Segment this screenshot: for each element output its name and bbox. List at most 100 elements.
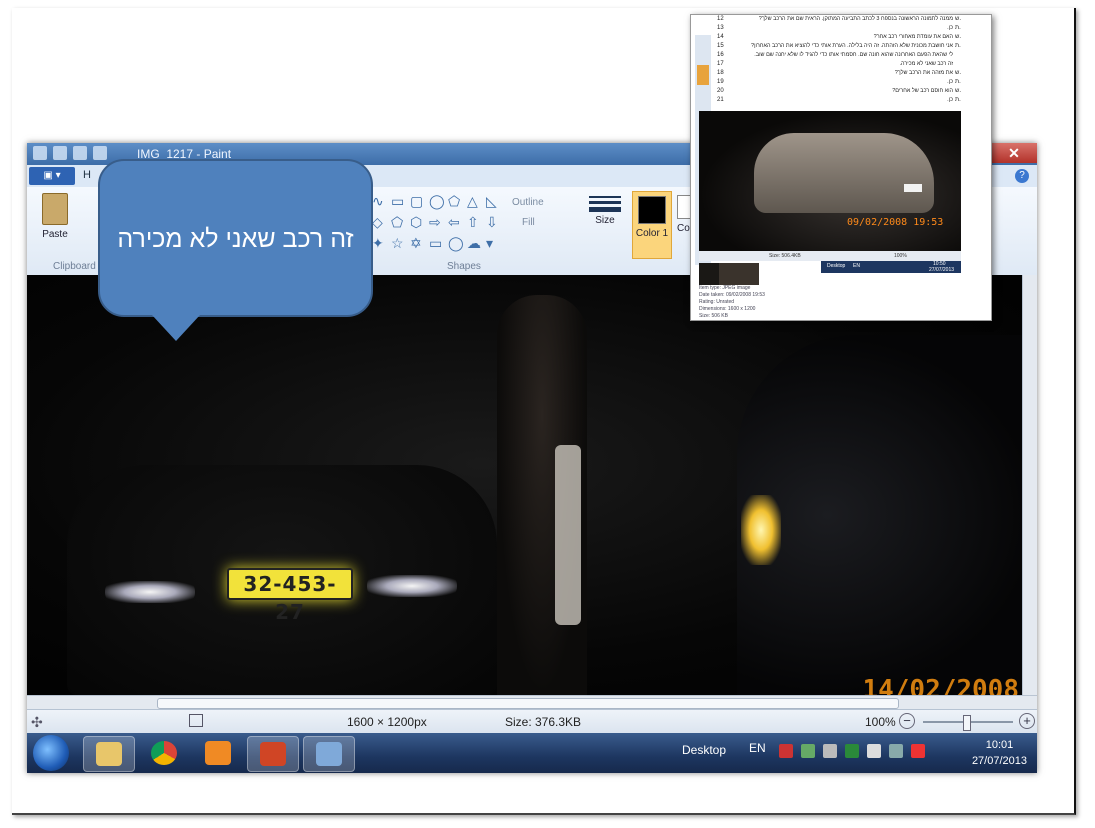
transcript-lines: 12 ממנה לתמונה הראשונה בנספח 3 לכתב התביע… <box>691 15 971 111</box>
color1-button[interactable]: Color 1 <box>632 191 672 259</box>
star6-shape-icon[interactable]: ✡ <box>410 235 426 253</box>
transcript-line: 15 אני חושבת מכונית שלא הזהתה. זה היה בלי… <box>717 43 961 49</box>
undo-icon[interactable] <box>73 146 87 160</box>
polygon-shape-icon[interactable]: ⬠ <box>448 193 464 211</box>
tray-flag-icon[interactable] <box>911 744 925 758</box>
paint-icon <box>316 742 342 766</box>
windows-taskbar: Desktop EN 10:01 27/07/2013 <box>27 733 1037 773</box>
inset-prop-date: Date taken: 09/02/2008 19:53 <box>699 292 765 298</box>
star4-shape-icon[interactable]: ✦ <box>372 235 388 253</box>
arrow-left-shape-icon[interactable]: ⇦ <box>448 214 464 232</box>
size-button[interactable]: Size <box>587 193 623 226</box>
transcript-line: 14 האם את עומדת מאחורי רכב אחר? ש. <box>717 34 962 40</box>
photo-date-stamp: 14/02/2008 <box>862 675 1019 695</box>
taskbar-clock[interactable]: 10:01 27/07/2013 <box>972 737 1027 769</box>
diamond-shape-icon[interactable]: ◇ <box>372 214 388 232</box>
save-icon[interactable] <box>53 146 67 160</box>
hexagon-shape-icon[interactable]: ⬡ <box>410 214 426 232</box>
tray-signal-icon[interactable] <box>889 744 903 758</box>
rect-shape-icon[interactable]: ▭ <box>391 193 407 211</box>
tab-home[interactable]: H <box>83 169 91 181</box>
triangle-shape-icon[interactable]: △ <box>467 193 483 211</box>
callout-tail <box>152 315 200 341</box>
headlight-right <box>367 575 457 597</box>
inset-desktop-label: Desktop <box>827 263 846 269</box>
arrow-down-shape-icon[interactable]: ⇩ <box>486 214 502 232</box>
pentagon-shape-icon[interactable]: ⬠ <box>391 214 407 232</box>
file-menu-button[interactable]: ▣ ▾ <box>29 167 75 185</box>
inset-language-indicator: EN <box>853 263 860 269</box>
tray-volume-icon[interactable] <box>867 744 881 758</box>
redo-icon[interactable] <box>93 146 107 160</box>
color1-swatch <box>638 196 666 224</box>
clock-time: 10:01 <box>985 739 1014 751</box>
callout-cloud-shape-icon[interactable]: ☁ <box>467 235 483 253</box>
callout-oval-shape-icon[interactable]: ◯ <box>448 235 464 253</box>
zoom-slider[interactable] <box>923 715 1013 731</box>
cursor-position-icon: ✣ <box>31 714 43 730</box>
vertical-scrollbar[interactable] <box>1022 275 1037 695</box>
photo-held-cloth <box>555 445 581 625</box>
taskbar-paint[interactable] <box>303 736 355 772</box>
zoom-level: 100% <box>865 715 896 729</box>
tray-network-icon[interactable] <box>801 744 815 758</box>
horizontal-scroll-thumb[interactable] <box>157 698 899 709</box>
tray-security-icon[interactable] <box>779 744 793 758</box>
oval-shape-icon[interactable]: ◯ <box>429 193 445 211</box>
taskbar-chrome[interactable] <box>139 736 189 770</box>
shapes-gallery[interactable]: ∿ ▭ ▢ ◯ ⬠ △ ◺ ◇ ⬠ ⬡ ⇨ ⇦ ⇧ ⇩ ✦ ☆ ✡ ▭ ◯ ☁ … <box>372 193 498 253</box>
headlight-left <box>105 581 195 603</box>
inset-status-bar: Size: 506.4KB 100% <box>699 251 961 261</box>
right-triangle-shape-icon[interactable]: ◺ <box>486 193 502 211</box>
help-icon[interactable]: ? <box>1015 169 1029 183</box>
language-indicator[interactable]: EN <box>749 741 766 755</box>
taskbar-explorer[interactable] <box>83 736 135 772</box>
photo-light <box>741 495 781 565</box>
chrome-icon <box>151 741 177 765</box>
inset-prop-rating: Rating: Unrated <box>699 299 735 305</box>
transcript-line: 12 ממנה לתמונה הראשונה בנספח 3 לכתב התביע… <box>717 16 962 22</box>
inset-taskbar: Desktop EN 10:50 27/07/2013 <box>821 261 961 273</box>
outline-button[interactable]: Outline <box>512 197 544 208</box>
zoom-out-button[interactable]: − <box>899 713 915 729</box>
arrow-right-shape-icon[interactable]: ⇨ <box>429 214 445 232</box>
taskbar-media-player[interactable] <box>193 736 243 770</box>
tray-device-icon[interactable] <box>823 744 837 758</box>
inset-prop-size: Size: 506 KB <box>699 313 728 319</box>
app-menu-icon[interactable] <box>33 146 47 160</box>
license-plate: 32-453-27 <box>227 568 353 624</box>
desktop-toolbar-label[interactable]: Desktop <box>682 743 726 757</box>
inset-file-size: Size: 506.4KB <box>769 253 801 259</box>
photo-car-right <box>737 335 1037 695</box>
taskbar-powerpoint[interactable] <box>247 736 299 772</box>
star5-shape-icon[interactable]: ☆ <box>391 235 407 253</box>
curve-shape-icon[interactable]: ∿ <box>372 193 388 211</box>
system-tray <box>779 744 925 758</box>
transcript-line: 16 לי שהאת הפעם האחרונה שהוא חונה שם. חסמ… <box>717 52 953 58</box>
zoom-slider-thumb[interactable] <box>963 715 971 731</box>
inset-prop-dimensions: Dimensions: 1600 x 1200 <box>699 306 756 312</box>
close-button[interactable]: ✕ <box>991 143 1037 163</box>
paste-button[interactable]: Paste <box>37 193 73 240</box>
clipboard-group-label: Clipboard <box>53 261 96 272</box>
callout-rect-shape-icon[interactable]: ▭ <box>429 235 445 253</box>
arrow-up-shape-icon[interactable]: ⇧ <box>467 214 483 232</box>
inset-photo-car <box>754 133 934 213</box>
zoom-in-button[interactable]: + <box>1019 713 1035 729</box>
inset-clock-date: 27/07/2013 <box>929 267 955 273</box>
horizontal-scrollbar[interactable] <box>27 695 1037 710</box>
inset-photo: 09/02/2008 19:53 <box>699 111 961 251</box>
transcript-line: 21 כן. ת. <box>717 97 961 103</box>
clipboard-icon <box>42 193 68 225</box>
fill-button[interactable]: Fill <box>522 217 535 228</box>
start-button[interactable] <box>33 735 69 771</box>
shapes-scroll-icon[interactable]: ▾ <box>486 235 502 253</box>
color1-label: Color 1 <box>635 228 669 239</box>
tray-app-icon[interactable] <box>845 744 859 758</box>
rounded-rect-shape-icon[interactable]: ▢ <box>410 193 426 211</box>
transcript-line: 19 כן. ת. <box>717 79 961 85</box>
inset-photo-date: 09/02/2008 19:53 <box>847 217 944 228</box>
color2-label: Co <box>677 223 690 234</box>
inset-thumbnail-selected <box>719 263 759 285</box>
file-size: Size: 376.3KB <box>505 715 582 729</box>
